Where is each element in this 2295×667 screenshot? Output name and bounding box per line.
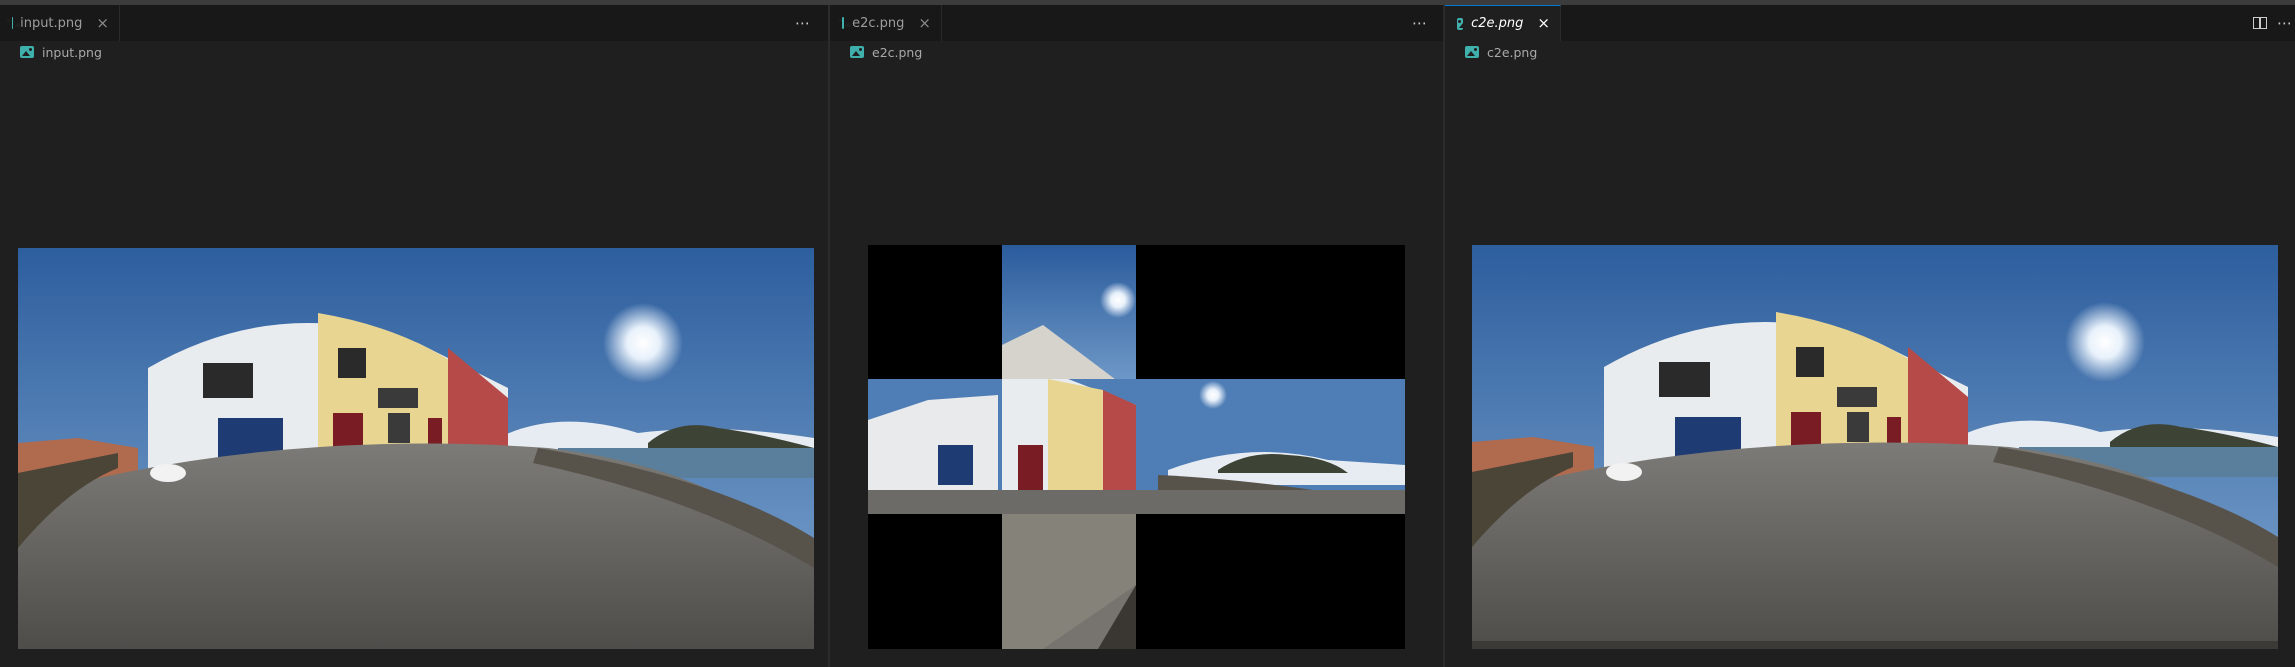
close-icon[interactable]: × [96, 15, 109, 31]
tab-label: input.png [20, 15, 83, 31]
panorama-image [18, 248, 814, 649]
tab-label: c2e.png [1471, 16, 1524, 31]
split-editor-icon[interactable] [2253, 17, 2267, 29]
editor-group-3: c2e.png × ⋯ c2e.png [1445, 5, 2295, 667]
tab-e2c-png[interactable]: e2c.png × [830, 5, 942, 41]
more-actions-icon[interactable]: ⋯ [2277, 14, 2292, 32]
breadcrumb: input.png [0, 41, 828, 63]
image-file-icon [20, 46, 34, 58]
panorama-image [1472, 245, 2278, 649]
cubemap-image [868, 245, 1405, 649]
tab-strip: input.png × ⋯ [0, 5, 828, 41]
image-preview[interactable] [1472, 245, 2278, 649]
breadcrumb-label[interactable]: input.png [42, 45, 102, 60]
image-file-icon [1465, 46, 1479, 58]
close-icon[interactable]: × [1537, 16, 1550, 31]
more-actions-icon[interactable]: ⋯ [795, 14, 810, 32]
tab-strip: c2e.png × ⋯ [1445, 5, 2295, 41]
tab-c2e-png[interactable]: c2e.png × [1445, 5, 1561, 41]
image-file-icon [838, 17, 853, 29]
image-preview[interactable] [18, 248, 814, 649]
breadcrumb-label[interactable]: e2c.png [872, 45, 922, 60]
image-file-icon [850, 46, 864, 58]
image-file-icon [1457, 17, 1468, 30]
more-actions-icon[interactable]: ⋯ [1412, 14, 1427, 32]
editor-group-1: input.png × ⋯ input.png [0, 5, 828, 667]
image-preview[interactable] [868, 245, 1405, 649]
tab-strip: e2c.png × ⋯ [830, 5, 1443, 41]
editor-group-2: e2c.png × ⋯ e2c.png [830, 5, 1443, 667]
tab-label: e2c.png [852, 15, 905, 31]
breadcrumb: c2e.png [1445, 41, 2295, 63]
breadcrumb: e2c.png [830, 41, 1443, 63]
breadcrumb-label[interactable]: c2e.png [1487, 45, 1537, 60]
close-icon[interactable]: × [918, 15, 931, 31]
tab-input-png[interactable]: input.png × [0, 5, 120, 41]
